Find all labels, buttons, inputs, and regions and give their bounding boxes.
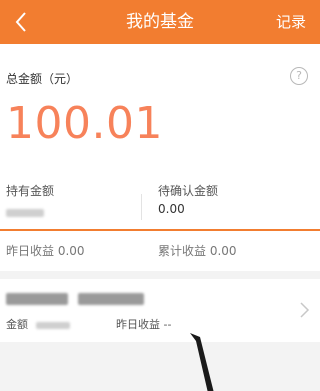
total-amount-value: 100.01 (6, 98, 163, 149)
fund-yesterday-income: 昨日收益 -- (116, 316, 171, 332)
page-title: 我的基金 (126, 12, 194, 32)
cumulative-income-label: 累计收益 (158, 244, 207, 258)
pending-amount-label: 待确认金额 (158, 184, 219, 198)
yesterday-income-value: 0.00 (57, 244, 85, 258)
redacted-blur (35, 321, 70, 329)
holding-amount-value-redacted (6, 206, 44, 220)
redacted-blur (78, 293, 145, 305)
cumulative-income-value: 0.00 (209, 244, 237, 258)
yesterday-income: 昨日收益 0.00 (6, 231, 85, 271)
redacted-blur (6, 293, 68, 305)
redacted-blur (6, 209, 44, 217)
fund-amount: 金额 (6, 316, 70, 332)
holding-amount-label: 持有金额 (6, 184, 55, 198)
records-button[interactable]: 记录 (276, 0, 306, 44)
help-icon[interactable]: ? (290, 67, 308, 85)
fund-yesterday-income-value: -- (163, 318, 172, 331)
fund-amount-label: 金额 (6, 318, 28, 331)
fund-list-item[interactable]: 金额 昨日收益 -- (0, 279, 320, 342)
navbar: 我的基金 记录 (0, 0, 320, 44)
yesterday-income-label: 昨日收益 (6, 244, 55, 258)
column-divider (141, 194, 142, 220)
pointer-arrow-icon (190, 333, 214, 391)
income-row: 昨日收益 0.00 累计收益 0.00 (0, 231, 320, 271)
cumulative-income: 累计收益 0.00 (158, 231, 237, 271)
total-amount-label: 总金额（元） (6, 72, 79, 86)
fund-yesterday-income-label: 昨日收益 (116, 318, 160, 331)
fund-name-redacted (6, 293, 146, 307)
pending-amount-value: 0.00 (158, 202, 185, 216)
summary-card: 总金额（元） ? 100.01 持有金额 待确认金额 0.00 (0, 44, 320, 229)
chevron-right-icon (300, 302, 310, 318)
